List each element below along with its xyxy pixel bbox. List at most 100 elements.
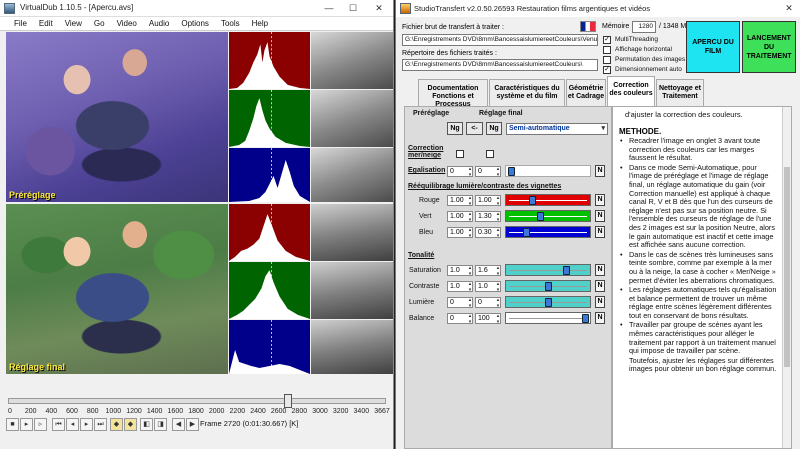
go-start-button[interactable]: ⏮ bbox=[52, 418, 65, 431]
rgb-neutral-button[interactable]: N bbox=[595, 226, 605, 238]
menu-edit[interactable]: Edit bbox=[33, 17, 59, 30]
sea-snow-final-checkbox[interactable] bbox=[486, 150, 494, 158]
menu-video[interactable]: Video bbox=[111, 17, 143, 30]
tonal-neutral-button[interactable]: N bbox=[595, 264, 605, 276]
tonal-final-input[interactable]: 100 bbox=[475, 313, 501, 325]
rgb-preset-input[interactable]: 1.00 bbox=[447, 211, 473, 223]
minimize-icon[interactable]: — bbox=[318, 2, 340, 15]
virtualdub-titlebar[interactable]: VirtualDub 1.10.5 - [Apercu.avs] — ☐ ✕ bbox=[0, 0, 393, 17]
tonal-slider-knob[interactable] bbox=[545, 298, 552, 307]
rgb-final-input[interactable]: 1.00 bbox=[475, 195, 501, 207]
step-back-button[interactable]: ◂ bbox=[66, 418, 79, 431]
neutral-preset-button[interactable]: Ng bbox=[447, 122, 463, 135]
dest-path-field[interactable]: G:\Enregistrements DVD\8mm\Bancessaislum… bbox=[402, 59, 598, 71]
mode-select[interactable]: Semi-automatique bbox=[506, 123, 608, 135]
rgb-final-input[interactable]: 1.30 bbox=[475, 211, 501, 223]
maximize-icon[interactable]: ☐ bbox=[342, 2, 364, 15]
menu-help[interactable]: Help bbox=[246, 17, 274, 30]
swap-images-checkbox[interactable] bbox=[603, 56, 611, 64]
rgb-slider[interactable] bbox=[505, 194, 591, 206]
tonal-slider[interactable] bbox=[505, 264, 591, 276]
tab-documentation[interactable]: Documentation Fonctions et Processus bbox=[418, 79, 488, 108]
tonal-slider-knob[interactable] bbox=[545, 282, 552, 291]
tonal-neutral-button[interactable]: N bbox=[595, 296, 605, 308]
rgb-slider-knob[interactable] bbox=[529, 196, 536, 205]
memory-field[interactable]: 1280 bbox=[632, 21, 656, 33]
step-forward-button[interactable]: ▸ bbox=[80, 418, 93, 431]
horizontal-display-checkbox[interactable] bbox=[603, 46, 611, 54]
tonal-slider-knob[interactable] bbox=[563, 266, 570, 275]
neutral-final-button[interactable]: Ng bbox=[486, 122, 502, 135]
rgb-slider-knob[interactable] bbox=[523, 228, 530, 237]
preview-film-button[interactable]: APERCU DU FILM bbox=[686, 21, 740, 73]
sea-snow-preset-checkbox[interactable] bbox=[456, 150, 464, 158]
tonal-neutral-button[interactable]: N bbox=[595, 280, 605, 292]
preset-label: Préréglage bbox=[9, 190, 56, 200]
stop-button[interactable]: ■ bbox=[6, 418, 19, 431]
rgb-final-input[interactable]: 0.30 bbox=[475, 227, 501, 239]
tonal-preset-input[interactable]: 1.0 bbox=[447, 281, 473, 293]
menu-view[interactable]: View bbox=[59, 17, 88, 30]
play-input-button[interactable]: ▸ bbox=[20, 418, 33, 431]
french-flag-icon[interactable] bbox=[580, 21, 596, 32]
studiotransfert-titlebar[interactable]: StudioTransfert v2.0.50.26593 Restaurati… bbox=[396, 0, 800, 17]
virtualdub-window: VirtualDub 1.10.5 - [Apercu.avs] — ☐ ✕ F… bbox=[0, 0, 394, 449]
rgb-neutral-button[interactable]: N bbox=[595, 210, 605, 222]
menu-file[interactable]: File bbox=[8, 17, 33, 30]
tonal-preset-input[interactable]: 0 bbox=[447, 313, 473, 325]
multithreading-checkbox[interactable]: ✓ bbox=[603, 36, 611, 44]
help-scroll-thumb[interactable] bbox=[784, 167, 790, 367]
launch-processing-button[interactable]: LANCEMENT DU TRAITEMENT bbox=[742, 21, 796, 73]
tonal-slider[interactable] bbox=[505, 296, 591, 308]
menu-tools[interactable]: Tools bbox=[215, 17, 246, 30]
help-scrollbar[interactable] bbox=[782, 107, 791, 448]
scene-next-button[interactable]: ◨ bbox=[154, 418, 167, 431]
rgb-slider-knob[interactable] bbox=[537, 212, 544, 221]
mark-in-button[interactable]: ◀ bbox=[172, 418, 185, 431]
tonal-final-input[interactable]: 1.6 bbox=[475, 265, 501, 277]
close-icon[interactable]: ✕ bbox=[368, 2, 390, 15]
close-icon[interactable]: ✕ bbox=[778, 2, 800, 15]
key-next-button[interactable]: ◆ bbox=[124, 418, 137, 431]
tab-characteristics[interactable]: Caractéristiques du système et du film bbox=[489, 79, 565, 106]
tab-color-correction[interactable]: Correction des couleurs bbox=[607, 76, 655, 106]
play-output-button[interactable]: ▹ bbox=[34, 418, 47, 431]
egalisation-slider[interactable] bbox=[505, 165, 591, 177]
tonal-slider[interactable] bbox=[505, 280, 591, 292]
tonal-slider[interactable] bbox=[505, 312, 591, 324]
studiotransfert-app-icon bbox=[400, 3, 411, 14]
timeline-thumb[interactable] bbox=[284, 394, 292, 408]
tonal-preset-input[interactable]: 1.0 bbox=[447, 265, 473, 277]
preview-channel-gray-2 bbox=[311, 90, 393, 147]
rgb-slider[interactable] bbox=[505, 210, 591, 222]
tonal-slider-knob[interactable] bbox=[582, 314, 589, 323]
menu-go[interactable]: Go bbox=[88, 17, 111, 30]
menu-options[interactable]: Options bbox=[175, 17, 215, 30]
egalisation-final-input[interactable]: 0 bbox=[475, 166, 501, 178]
auto-sizing-checkbox[interactable]: ✓ bbox=[603, 66, 611, 74]
rgb-preset-input[interactable]: 1.00 bbox=[447, 195, 473, 207]
tonal-final-input[interactable]: 0 bbox=[475, 297, 501, 309]
mark-out-button[interactable]: ▶ bbox=[186, 418, 199, 431]
tonal-preset-input[interactable]: 0 bbox=[447, 297, 473, 309]
egalisation-neutral-button[interactable]: N bbox=[595, 165, 605, 177]
scene-prev-button[interactable]: ◧ bbox=[140, 418, 153, 431]
histogram-red-preset bbox=[229, 32, 310, 89]
key-prev-button[interactable]: ◆ bbox=[110, 418, 123, 431]
timeline-track[interactable] bbox=[8, 398, 386, 404]
menu-audio[interactable]: Audio bbox=[143, 17, 175, 30]
tab-cleaning[interactable]: Nettoyage et Traitement bbox=[656, 79, 704, 106]
rgb-slider[interactable] bbox=[505, 226, 591, 238]
egalisation-preset-input[interactable]: 0 bbox=[447, 166, 473, 178]
copy-preset-button[interactable]: <- bbox=[466, 122, 483, 135]
tonal-neutral-button[interactable]: N bbox=[595, 312, 605, 324]
go-end-button[interactable]: ⏭ bbox=[94, 418, 107, 431]
tab-geometry[interactable]: Géométrie et Cadrage bbox=[566, 79, 606, 106]
virtualdub-title: VirtualDub 1.10.5 - [Apercu.avs] bbox=[20, 3, 134, 12]
tonal-row-label: Saturation bbox=[409, 267, 441, 274]
rgb-preset-input[interactable]: 1.00 bbox=[447, 227, 473, 239]
egalisation-slider-knob[interactable] bbox=[508, 167, 515, 176]
tonal-final-input[interactable]: 1.0 bbox=[475, 281, 501, 293]
source-path-field[interactable]: G:\Enregistrements DVD\8mm\Bancessaislum… bbox=[402, 34, 598, 46]
rgb-neutral-button[interactable]: N bbox=[595, 194, 605, 206]
